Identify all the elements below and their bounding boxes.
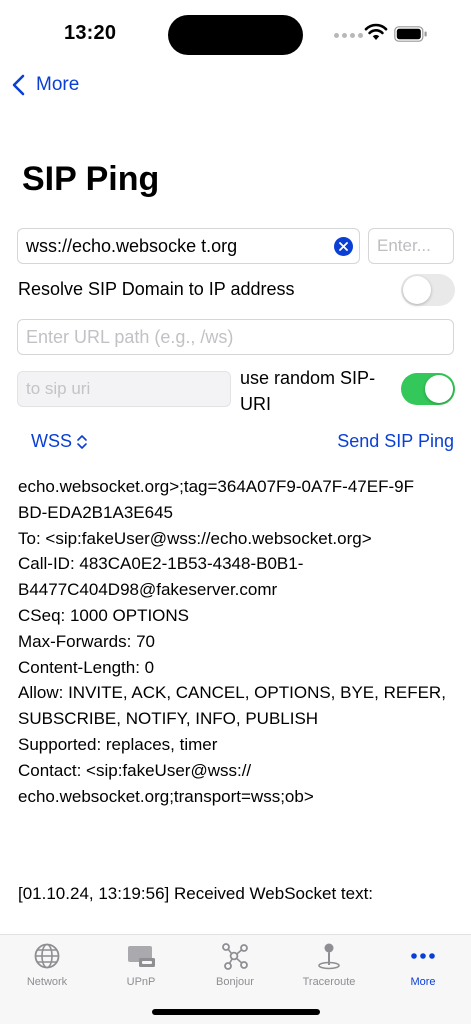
chevron-up-down-icon	[77, 434, 87, 449]
url-path-input[interactable]	[18, 320, 453, 354]
log-line: Contact: <sip:fakeUser@wss://	[18, 760, 252, 780]
url-path-field[interactable]	[17, 319, 454, 355]
tab-label: Traceroute	[302, 976, 356, 988]
battery-icon	[394, 26, 427, 42]
tab-upnp[interactable]: UPnP	[101, 941, 181, 988]
log-line: Call-ID: 483CA0E2-1B53-4348-B0B1-	[18, 554, 304, 574]
server-url-field[interactable]	[17, 228, 360, 264]
home-indicator[interactable]	[152, 1009, 320, 1015]
log-line: To: <sip:fakeUser@wss://echo.websocket.o…	[18, 528, 372, 548]
tab-more[interactable]: More	[383, 941, 463, 988]
log-line: Supported: replaces, timer	[18, 734, 218, 754]
log-line: Max-Forwards: 70	[18, 631, 155, 651]
toggle-knob	[403, 276, 431, 304]
traceroute-pin-icon	[318, 943, 340, 970]
cellular-signal-icon	[334, 33, 363, 38]
tab-label: Bonjour	[216, 976, 254, 988]
log-line: echo.websocket.org>;tag=364A07F9-0A7F-47…	[18, 477, 414, 496]
page-title: SIP Ping	[22, 160, 160, 198]
clear-x-icon	[339, 242, 348, 251]
received-websocket-line: [01.10.24, 13:19:56] Received WebSocket …	[18, 884, 374, 903]
upnp-device-icon	[128, 946, 155, 967]
log-line: CSeq: 1000 OPTIONS	[18, 605, 190, 625]
send-sip-ping-button[interactable]: Send SIP Ping	[337, 431, 454, 452]
sip-uri-input[interactable]	[18, 372, 230, 406]
server-url-input[interactable]	[18, 229, 328, 263]
tab-network[interactable]: Network	[7, 941, 87, 988]
bonjour-network-icon	[222, 943, 248, 970]
tab-bonjour[interactable]: Bonjour	[195, 941, 275, 988]
protocol-picker[interactable]: WSS	[31, 431, 88, 452]
toggle-knob	[425, 375, 453, 403]
tab-label: Network	[26, 976, 68, 988]
chevron-left-icon	[12, 74, 25, 96]
random-sip-uri-label: use random SIP-URI	[240, 368, 376, 414]
back-button[interactable]: More	[10, 70, 79, 100]
dynamic-island	[168, 15, 303, 55]
resolve-domain-label: Resolve SIP Domain to IP address	[18, 279, 295, 299]
tab-label: UPnP	[126, 976, 156, 988]
protocol-value: WSS	[31, 431, 73, 451]
port-input[interactable]	[369, 229, 453, 263]
resolve-domain-toggle[interactable]	[401, 274, 455, 306]
tab-traceroute[interactable]: Traceroute	[289, 941, 369, 988]
random-sip-uri-toggle[interactable]	[401, 373, 455, 405]
tab-label: More	[410, 976, 436, 988]
globe-icon	[34, 943, 60, 969]
log-line: echo.websocket.org;transport=wss;ob>	[18, 786, 314, 806]
clear-url-button[interactable]	[334, 237, 353, 256]
sip-uri-field[interactable]	[17, 371, 231, 407]
log-line: Content-Length: 0	[18, 657, 155, 677]
log-line: B4477C404D98@fakeserver.comr	[18, 580, 278, 600]
port-field[interactable]	[368, 228, 454, 264]
log-line: Allow: INVITE, ACK, CANCEL, OPTIONS, BYE…	[18, 683, 446, 703]
status-time: 13:20	[64, 22, 117, 44]
sip-log-output: echo.websocket.org>;tag=364A07F9-0A7F-47…	[18, 474, 458, 809]
log-line: BD-EDA2B1A3E645	[18, 502, 173, 522]
log-line: SUBSCRIBE, NOTIFY, INFO, PUBLISH	[18, 709, 319, 729]
wifi-icon	[364, 23, 388, 40]
status-bar: 13:20	[0, 0, 471, 60]
back-label: More	[36, 74, 80, 95]
more-ellipsis-icon	[411, 953, 435, 959]
